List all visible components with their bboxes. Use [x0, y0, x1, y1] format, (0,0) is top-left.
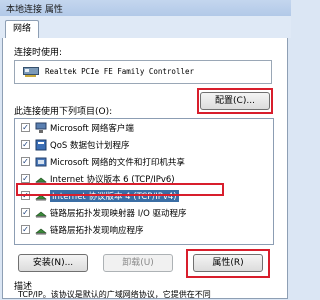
ipv4-highlight: [16, 183, 224, 196]
checkbox[interactable]: ✓: [21, 174, 30, 183]
title-bar: 本地连接 属性: [0, 0, 291, 16]
network-client-icon: [35, 122, 47, 133]
network-adapter-icon: [23, 67, 39, 77]
properties-highlight: [186, 249, 270, 278]
item-label: Microsoft 网络客户端: [50, 124, 134, 134]
adapter-name: Realtek PCIe FE Family Controller: [45, 67, 195, 76]
items-label: 此连接使用下列项目(O):: [14, 107, 113, 117]
connect-using-label: 连接时使用:: [14, 48, 63, 58]
file-share-icon: [35, 157, 47, 167]
checkbox[interactable]: ✓: [21, 140, 30, 149]
configure-highlight: [197, 88, 273, 114]
tab-network[interactable]: 网络: [5, 20, 39, 39]
uninstall-button: 卸载(U): [103, 254, 173, 272]
tab-strip: 网络: [0, 16, 291, 39]
qos-icon: [35, 139, 47, 151]
list-item[interactable]: ✓ 链路层拓扑发现映射器 I/O 驱动程序: [15, 206, 273, 220]
list-item[interactable]: ✓ Microsoft 网络的文件和打印机共享: [15, 155, 273, 169]
window-title: 本地连接 属性: [6, 5, 63, 15]
list-item[interactable]: ✓ 链路层拓扑发现响应程序: [15, 223, 273, 237]
protocol-icon: [35, 211, 47, 218]
description-line1: TCP/IP。该协议是默认的广域网络协议，它提供在不同: [18, 290, 211, 299]
protocol-icon: [35, 228, 47, 235]
checkbox[interactable]: ✓: [21, 157, 30, 166]
list-item[interactable]: ✓ QoS 数据包计划程序: [15, 138, 273, 152]
item-label: 链路层拓扑发现映射器 I/O 驱动程序: [50, 209, 187, 219]
checkbox[interactable]: ✓: [21, 225, 30, 234]
install-button[interactable]: 安装(N)...: [18, 254, 88, 272]
item-label: QoS 数据包计划程序: [50, 141, 130, 151]
checkbox[interactable]: ✓: [21, 208, 30, 217]
list-item[interactable]: ✓ Microsoft 网络客户端: [15, 121, 273, 135]
adapter-box: Realtek PCIe FE Family Controller: [14, 60, 272, 84]
item-label: Microsoft 网络的文件和打印机共享: [50, 158, 185, 168]
checkbox[interactable]: ✓: [21, 123, 30, 132]
components-list[interactable]: ✓ Microsoft 网络客户端 ✓ QoS 数据包计划程序 ✓ Micros…: [14, 118, 274, 245]
item-label: 链路层拓扑发现响应程序: [50, 226, 144, 236]
